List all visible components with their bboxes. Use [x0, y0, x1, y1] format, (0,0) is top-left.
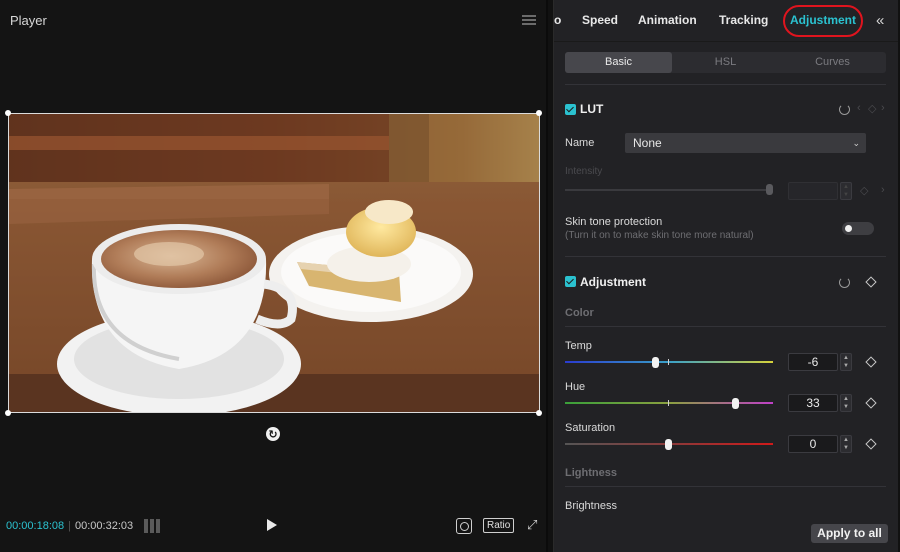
skin-tone-toggle[interactable] — [842, 222, 874, 235]
lut-name-value: None — [633, 136, 662, 150]
color-header: Color — [565, 307, 594, 319]
crop-handle-top-right[interactable] — [536, 110, 542, 116]
timecode-grid-icon[interactable] — [144, 519, 162, 533]
hue-center-tick — [668, 400, 669, 406]
adjustment-keyframe-icon[interactable] — [865, 276, 877, 288]
hue-label: Hue — [565, 381, 586, 393]
saturation-knob[interactable] — [665, 439, 672, 450]
lut-prev-icon: ‹ — [857, 102, 861, 114]
hue-keyframe-icon[interactable] — [865, 397, 877, 409]
rotate-icon[interactable]: ↻ — [266, 427, 280, 441]
player-header: Player — [0, 0, 546, 40]
apply-to-all-button[interactable]: Apply to all — [811, 524, 888, 543]
temp-input[interactable]: -6 — [788, 353, 838, 371]
divider — [565, 256, 886, 257]
brightness-label: Brightness — [565, 500, 617, 512]
hue-input[interactable]: 33 — [788, 394, 838, 412]
adjustment-reset-icon[interactable] — [839, 277, 850, 288]
adjustment-title: Adjustment — [580, 275, 646, 289]
current-time: 00:00:18:08 — [6, 520, 65, 532]
coffee-cake-image — [9, 114, 539, 412]
adjustment-subtabs: Basic HSL Curves — [565, 52, 886, 73]
time-separator: | — [68, 520, 71, 532]
lut-intensity-stepper: ▲ ▼ — [840, 182, 852, 200]
divider — [565, 326, 886, 327]
lut-title: LUT — [580, 102, 604, 116]
skin-tone-label: Skin tone protection — [565, 216, 663, 228]
temp-label: Temp — [565, 340, 592, 352]
inspector-tabs: o Speed Animation Tracking Adjustment « — [554, 0, 898, 42]
subtab-curves[interactable]: Curves — [779, 52, 886, 73]
lut-intensity-input — [788, 182, 838, 200]
saturation-input[interactable]: 0 — [788, 435, 838, 453]
lut-checkbox[interactable] — [565, 104, 576, 115]
saturation-label: Saturation — [565, 422, 616, 434]
subtab-basic[interactable]: Basic — [565, 52, 672, 73]
adjustment-checkbox[interactable] — [565, 276, 576, 287]
collapse-panel-icon[interactable]: « — [876, 12, 884, 29]
temp-keyframe-icon[interactable] — [865, 356, 877, 368]
play-button[interactable] — [267, 519, 277, 531]
divider — [565, 84, 886, 85]
lightness-header: Lightness — [565, 467, 617, 479]
lut-intensity-track — [565, 189, 771, 191]
lut-next-icon: › — [881, 102, 885, 114]
highlight-ring — [783, 5, 863, 37]
hue-stepper[interactable]: ▲ ▼ — [840, 394, 852, 412]
player-panel: Player ↻ 00:00:18:08 | 00:00:32:03 Ratio… — [0, 0, 548, 552]
hue-track[interactable] — [565, 402, 773, 404]
lut-intensity-label: Intensity — [565, 166, 603, 177]
player-title: Player — [10, 12, 47, 28]
temp-stepper[interactable]: ▲ ▼ — [840, 353, 852, 371]
total-time: 00:00:32:03 — [75, 520, 134, 532]
tab-truncated[interactable]: o — [554, 13, 561, 27]
lut-name-select[interactable]: None ⌄ — [625, 133, 866, 153]
lut-intensity-keyframe-icon: ◇ — [860, 185, 869, 197]
lut-reset-icon[interactable] — [839, 104, 850, 115]
subtab-hsl[interactable]: HSL — [672, 52, 779, 73]
saturation-stepper[interactable]: ▲ ▼ — [840, 435, 852, 453]
tab-speed[interactable]: Speed — [582, 13, 618, 27]
tab-animation[interactable]: Animation — [638, 13, 697, 27]
temp-knob[interactable] — [652, 357, 659, 368]
tab-tracking[interactable]: Tracking — [719, 13, 768, 27]
divider — [565, 486, 886, 487]
inspector-panel: o Speed Animation Tracking Adjustment « … — [553, 0, 898, 552]
hue-knob[interactable] — [732, 398, 739, 409]
video-preview[interactable] — [8, 113, 540, 413]
focus-icon[interactable] — [456, 518, 472, 534]
chevron-down-icon: ⌄ — [852, 138, 860, 148]
crop-handle-bottom-right[interactable] — [536, 410, 542, 416]
saturation-keyframe-icon[interactable] — [865, 438, 877, 450]
lut-intensity-next-icon: › — [881, 184, 885, 196]
temp-track[interactable] — [565, 361, 773, 363]
player-controls: 00:00:18:08 | 00:00:32:03 Ratio ⤢ — [0, 512, 548, 540]
temp-center-tick — [668, 359, 669, 365]
crop-handle-top-left[interactable] — [5, 110, 11, 116]
lut-keyframe-icon: ◇ — [868, 103, 877, 115]
crop-handle-bottom-left[interactable] — [5, 410, 11, 416]
lut-name-label: Name — [565, 137, 595, 149]
menu-icon[interactable] — [522, 14, 536, 26]
skin-tone-hint: (Turn it on to make skin tone more natur… — [565, 230, 754, 241]
lut-intensity-knob — [766, 184, 773, 195]
fullscreen-icon[interactable]: ⤢ — [527, 518, 541, 532]
ratio-button[interactable]: Ratio — [483, 518, 515, 533]
